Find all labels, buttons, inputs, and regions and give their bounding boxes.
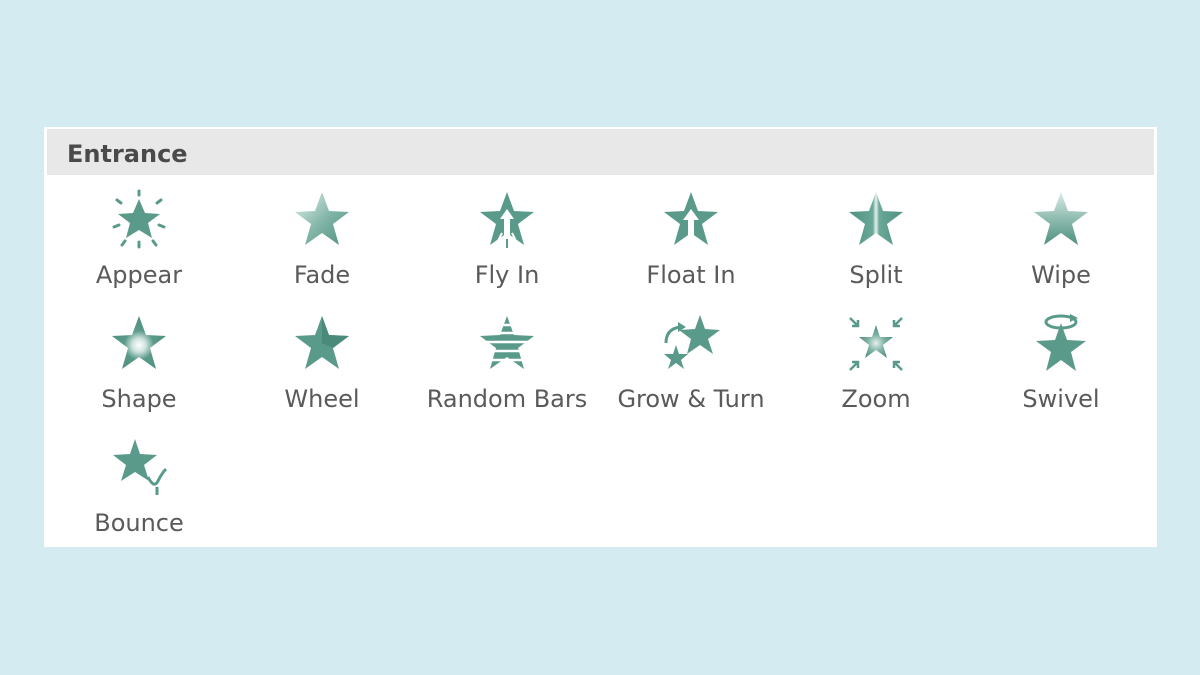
effect-label: Bounce [94,509,184,537]
shape-star-icon [112,316,166,369]
zoom-star-icon [849,317,903,371]
entrance-effects-panel: Entrance Appear Fade Fly In Float In Spl… [44,127,1157,547]
effect-zoom[interactable]: Zoom [791,313,961,423]
effect-wheel[interactable]: Wheel [237,313,407,423]
effect-random-bars[interactable]: Random Bars [422,313,592,423]
grow-turn-star-icon [664,315,720,369]
effect-bounce[interactable]: Bounce [54,437,224,547]
wheel-star-icon [295,316,349,369]
effect-label: Float In [646,261,736,289]
effect-label: Fly In [474,261,540,289]
effect-label: Zoom [841,385,911,413]
effect-label: Wipe [1031,261,1091,289]
effect-label: Appear [95,261,183,289]
bounce-star-icon [113,439,168,495]
wipe-star-icon [1034,192,1088,245]
random-bars-star-icon [476,316,538,369]
effect-label: Split [849,261,903,289]
effect-label: Swivel [1022,385,1100,413]
effect-label: Wheel [284,385,360,413]
effect-fade[interactable]: Fade [237,189,407,299]
effect-label: Shape [101,385,177,413]
effect-shape[interactable]: Shape [54,313,224,423]
effect-label: Random Bars [426,385,588,413]
float-in-star-icon [664,192,718,245]
effect-float-in[interactable]: Float In [606,189,776,299]
effect-label: Grow & Turn [617,385,765,413]
effect-grow-turn[interactable]: Grow & Turn [606,313,776,423]
effect-swivel[interactable]: Swivel [976,313,1146,423]
split-star-icon [849,192,903,245]
effect-appear[interactable]: Appear [54,189,224,299]
fly-in-star-icon [480,192,534,248]
effect-split[interactable]: Split [791,189,961,299]
fade-star-icon [295,192,349,245]
effect-fly-in[interactable]: Fly In [422,189,592,299]
swivel-star-icon [1036,314,1086,371]
effect-wipe[interactable]: Wipe [976,189,1146,299]
effects-grid: Appear Fade Fly In Float In Split Wipe S… [44,127,1157,547]
appear-star-icon [112,189,166,249]
effect-label: Fade [293,261,351,289]
